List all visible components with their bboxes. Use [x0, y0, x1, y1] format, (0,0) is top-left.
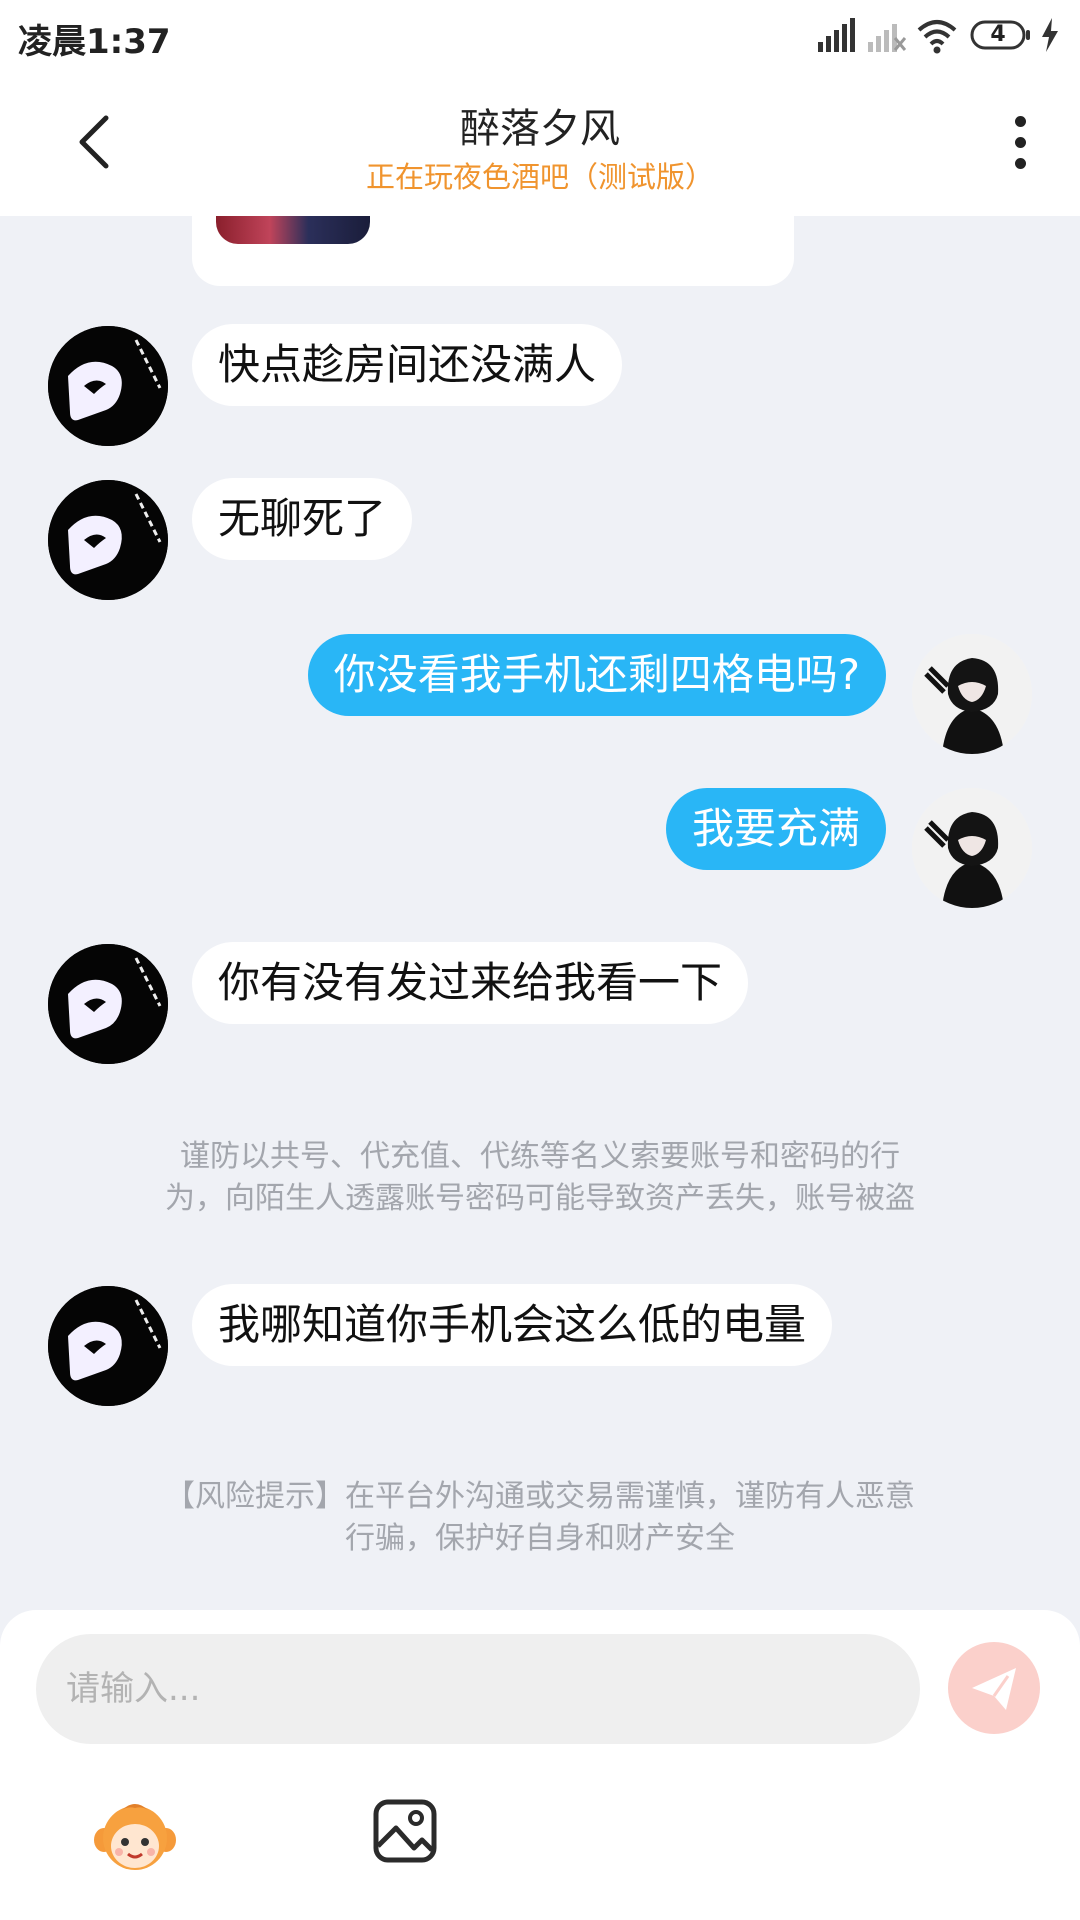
message-text: 快点趁房间还没满人: [218, 340, 597, 389]
notice-line: 为，向陌生人透露账号密码可能导致资产丢失，账号被盗: [165, 1181, 915, 1216]
contact-status[interactable]: 正在玩夜色酒吧（测试版）: [0, 154, 1080, 196]
emoji-button[interactable]: [92, 1798, 178, 1874]
image-icon: [373, 1799, 437, 1863]
shared-card-thumbnail: [216, 216, 370, 244]
status-bar: 凌晨1:37 4: [0, 0, 1080, 72]
message-bubble[interactable]: 无聊死了: [192, 478, 413, 560]
contact-avatar[interactable]: [48, 1286, 168, 1406]
notice-line: 谨防以共号、代充值、代练等名义索要账号和密码的行: [180, 1139, 900, 1174]
more-vertical-icon: [1010, 116, 1030, 169]
message-text: 你没看我手机还剩四格电吗?: [333, 650, 860, 699]
message-bubble[interactable]: 我哪知道你手机会这么低的电量: [192, 1284, 833, 1366]
contact-name: 醉落夕风: [460, 106, 620, 152]
battery-level: 4: [990, 22, 1006, 47]
message-text: 我要充满: [691, 804, 860, 853]
risk-notice: 【风险提示】在平台外沟通或交易需谨慎，谨防有人恶意 行骗，保护好自身和财产安全: [90, 1476, 990, 1560]
shared-card[interactable]: [192, 216, 794, 286]
message-bubble-sent[interactable]: 我要充满: [665, 788, 886, 870]
chat-header: 醉落夕风 正在玩夜色酒吧（测试版）: [0, 72, 1080, 216]
status-time: 凌晨1:37: [18, 22, 171, 62]
message-list[interactable]: 快点趁房间还没满人 无聊死了 你没看我手机还剩四格电吗? 我要充满 你有没有发过…: [0, 216, 1080, 1610]
send-button[interactable]: [948, 1642, 1040, 1734]
image-button[interactable]: [370, 1796, 440, 1866]
composer: [0, 1610, 1080, 1920]
message-input[interactable]: [36, 1634, 920, 1744]
message-bubble[interactable]: 你有没有发过来给我看一下: [192, 942, 749, 1024]
my-avatar[interactable]: [912, 634, 1032, 754]
message-text: 无聊死了: [218, 494, 387, 543]
paper-plane-icon: [972, 1668, 1016, 1710]
contact-avatar[interactable]: [48, 326, 168, 446]
notice-line: 行骗，保护好自身和财产安全: [345, 1521, 735, 1556]
contact-avatar[interactable]: [48, 944, 168, 1064]
message-bubble[interactable]: 快点趁房间还没满人: [192, 324, 623, 406]
signal-icon: [818, 18, 855, 52]
charging-icon: [1042, 18, 1058, 52]
more-button[interactable]: [1010, 116, 1030, 178]
message-text: 我哪知道你手机会这么低的电量: [218, 1300, 807, 1349]
message-bubble-sent[interactable]: 你没看我手机还剩四格电吗?: [307, 634, 886, 716]
security-notice: 谨防以共号、代充值、代练等名义索要账号和密码的行 为，向陌生人透露账号密码可能导…: [90, 1136, 990, 1220]
contact-avatar[interactable]: [48, 480, 168, 600]
battery-icon: 4: [970, 20, 1032, 50]
wifi-icon: [917, 20, 957, 54]
message-text: 你有没有发过来给我看一下: [218, 958, 723, 1007]
my-avatar[interactable]: [912, 788, 1032, 908]
monkey-emoji-icon: [94, 1804, 176, 1870]
signal-no-service-icon: [868, 24, 906, 52]
notice-line: 【风险提示】在平台外沟通或交易需谨慎，谨防有人恶意: [165, 1479, 915, 1514]
